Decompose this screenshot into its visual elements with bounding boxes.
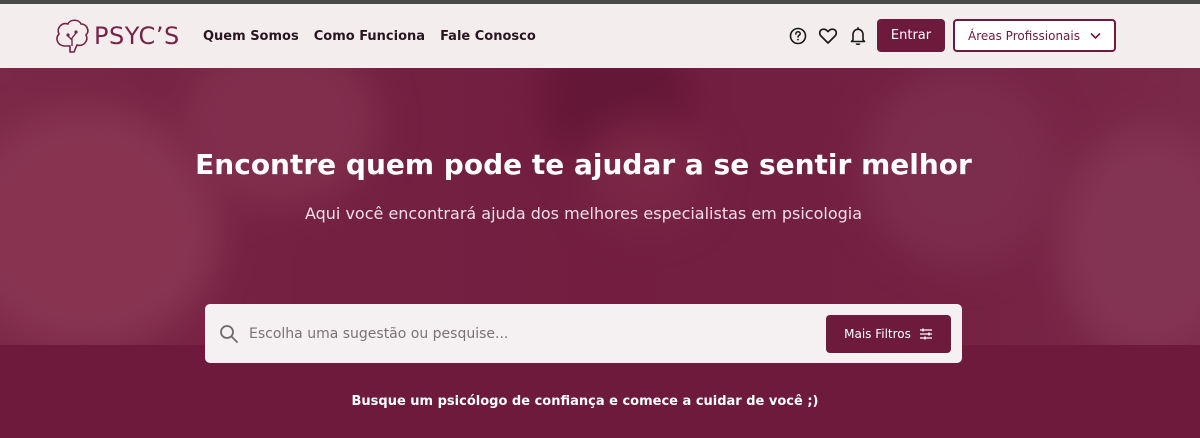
chevron-down-icon <box>1090 32 1101 39</box>
sliders-icon <box>919 328 932 340</box>
question-circle-icon <box>789 27 807 45</box>
more-filters-label: Mais Filtros <box>844 327 911 341</box>
main-nav: Quem Somos Como Funciona Fale Conosco <box>203 4 536 68</box>
hero-subtitle: Aqui você encontrará ajuda dos melhores … <box>304 204 863 223</box>
help-button[interactable] <box>787 25 809 47</box>
professional-areas-dropdown[interactable]: Áreas Profissionais <box>953 19 1116 52</box>
search-input[interactable] <box>249 318 809 350</box>
brand-name: PSYC’S <box>94 22 180 50</box>
search-icon <box>220 325 238 343</box>
search-bar: Mais Filtros <box>205 304 962 363</box>
site-header: PSYC’S Quem Somos Como Funciona Fale Con… <box>0 4 1200 68</box>
brand-logo[interactable]: PSYC’S <box>52 16 180 56</box>
notifications-button[interactable] <box>847 25 869 47</box>
nav-fale-conosco[interactable]: Fale Conosco <box>440 29 536 44</box>
nav-como-funciona[interactable]: Como Funciona <box>314 29 425 44</box>
more-filters-button[interactable]: Mais Filtros <box>826 315 951 353</box>
tree-head-logo-icon <box>56 19 89 53</box>
favorites-button[interactable] <box>817 25 839 47</box>
tagline: Busque um psicólogo de confiança e comec… <box>351 394 819 409</box>
nav-quem-somos[interactable]: Quem Somos <box>203 29 299 44</box>
heart-icon <box>818 28 838 44</box>
login-button[interactable]: Entrar <box>877 19 945 52</box>
bell-icon <box>850 27 866 46</box>
professional-areas-label: Áreas Profissionais <box>967 28 1080 43</box>
hero-title: Encontre quem pode te ajudar a se sentir… <box>195 148 972 181</box>
